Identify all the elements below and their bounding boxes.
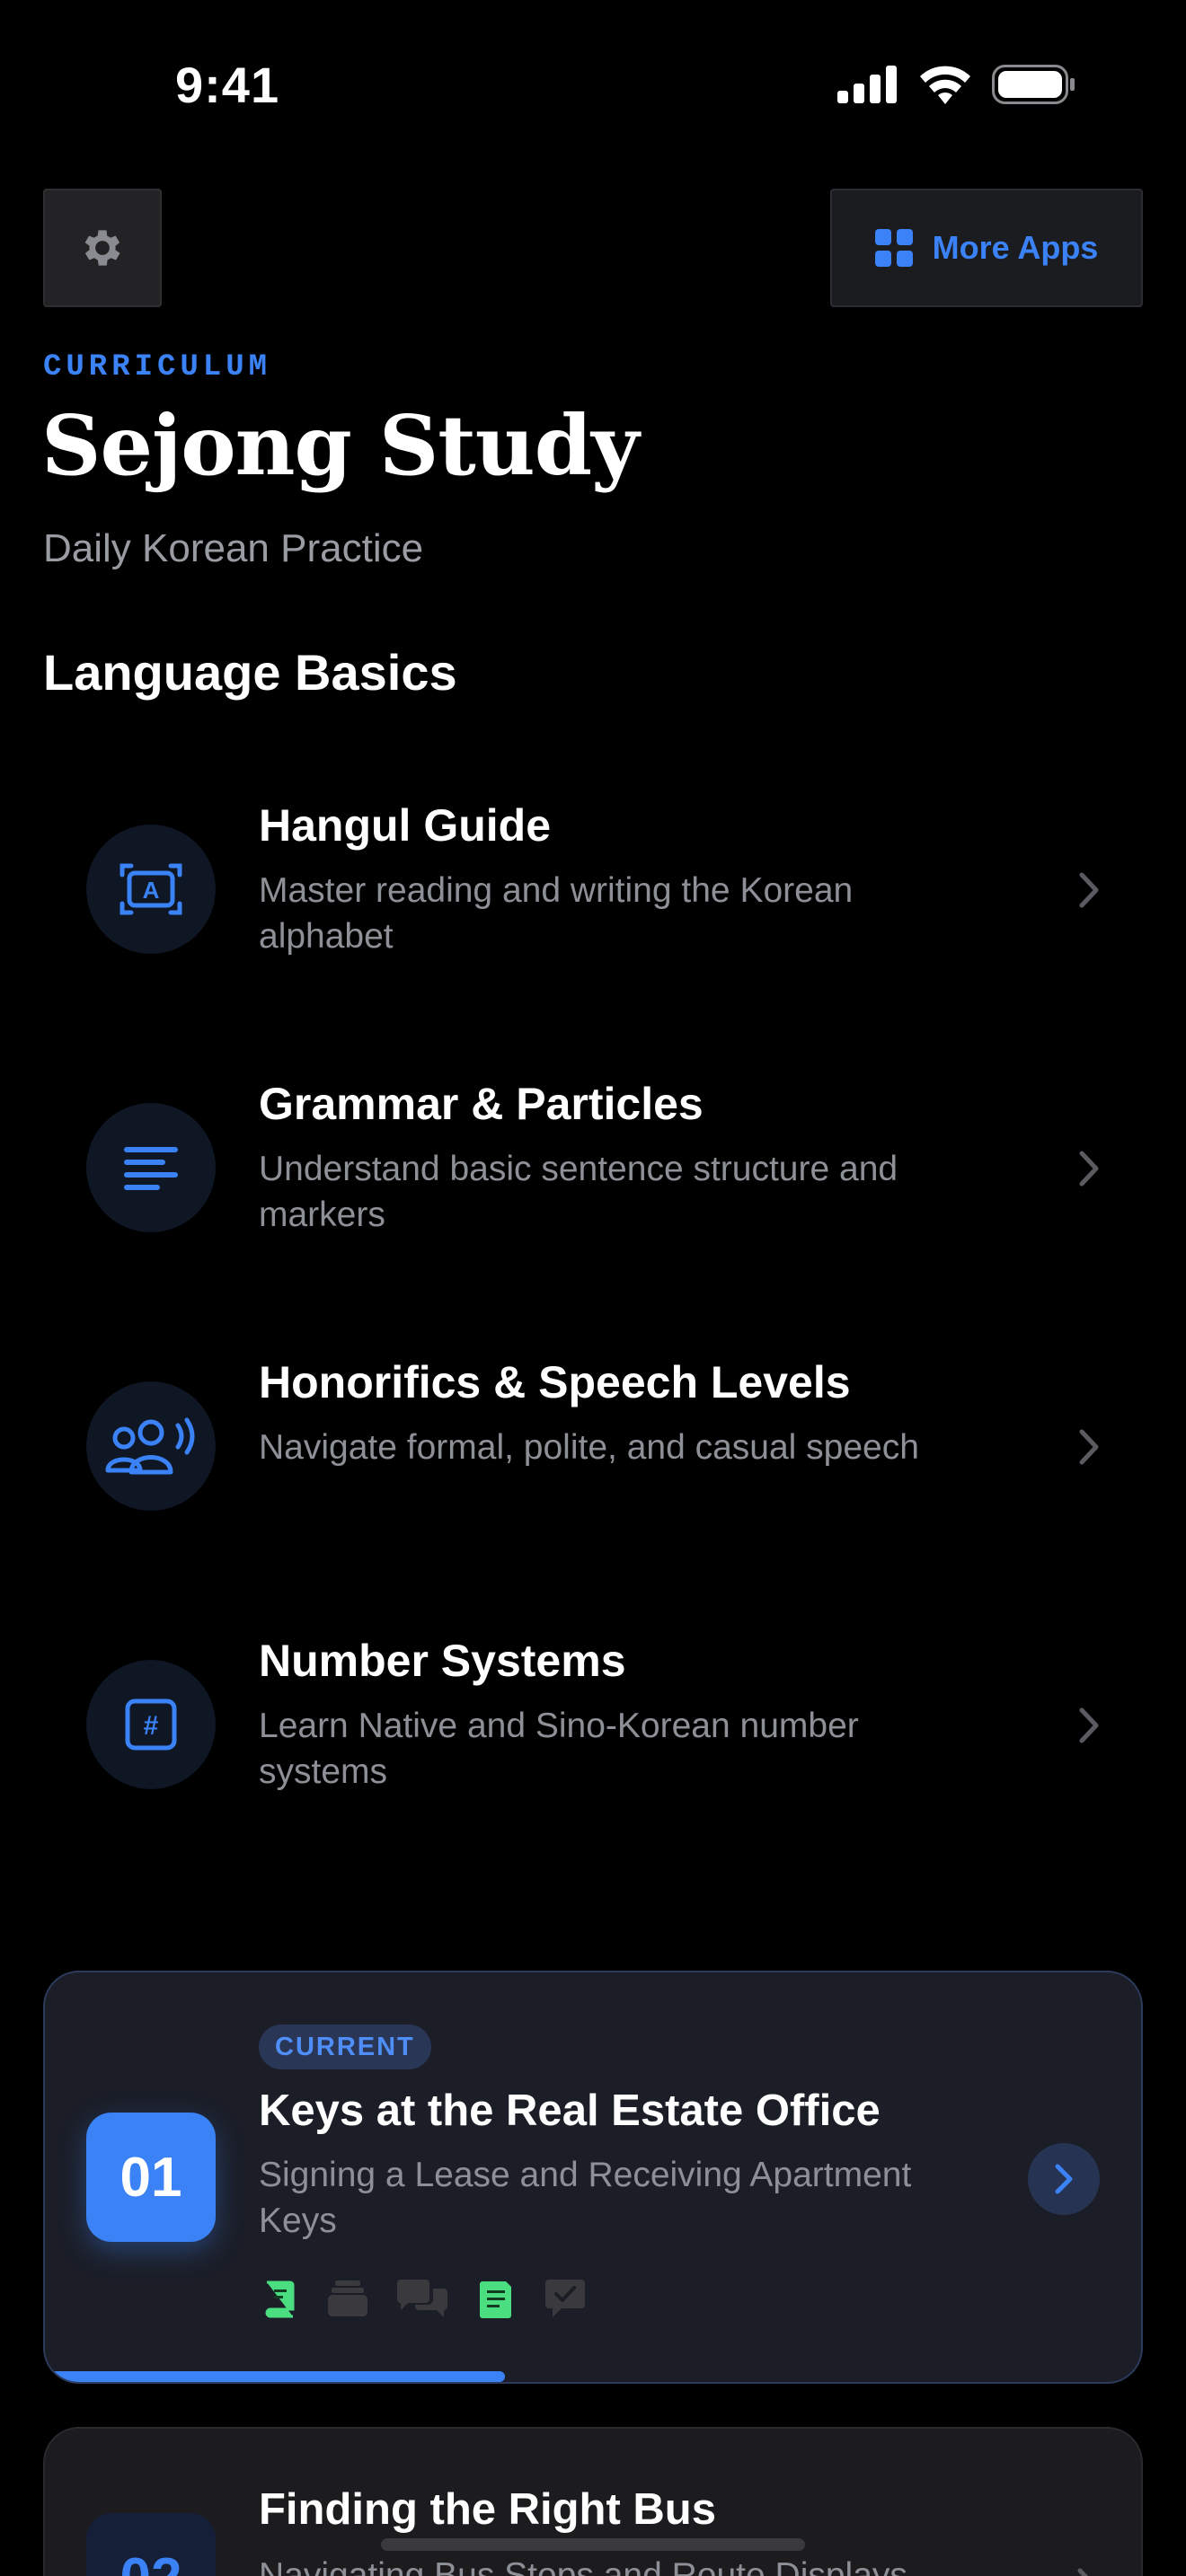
topic-description: Understand basic sentence structure and … (259, 1150, 898, 1234)
activity-progress-icons (259, 2278, 586, 2319)
chevron-right-icon (1079, 872, 1099, 908)
status-bar: 9:41 (0, 0, 1186, 171)
section-title: Language Basics (43, 644, 457, 701)
topic-icon-container: A (86, 825, 216, 954)
topic-number-systems[interactable]: # Number Systems Learn Native and Sino-K… (43, 1597, 1143, 1866)
gear-icon (84, 230, 120, 266)
lesson-number-badge: 02 (86, 2513, 216, 2576)
settings-button[interactable] (43, 189, 162, 307)
chevron-right-icon (1079, 1429, 1099, 1465)
topic-description: Learn Native and Sino-Korean number syst… (259, 1707, 859, 1791)
topic-honorifics-speech-levels[interactable]: Honorifics & Speech Levels Navigate form… (43, 1319, 1143, 1588)
app-screen: 9:41 More Apps CURRICULUM Sejong Study D… (0, 0, 1186, 2576)
battery-icon (992, 65, 1075, 104)
topic-icon-container: # (86, 1660, 216, 1789)
wifi-icon (920, 66, 970, 104)
lesson-progress-fill (45, 2371, 506, 2382)
text-lines-icon (124, 1147, 178, 1190)
topic-title: Grammar & Particles (259, 1079, 704, 1129)
lesson-number-badge: 01 (86, 2113, 216, 2242)
topic-icon-container (86, 1381, 216, 1511)
topic-description: Navigate formal, polite, and casual spee… (259, 1428, 919, 1467)
chat-icon (395, 2278, 449, 2319)
topic-grammar-particles[interactable]: Grammar & Particles Understand basic sen… (43, 1040, 1143, 1310)
lesson-description: Signing a Lease and Receiving Apartment … (259, 2156, 912, 2240)
chevron-right-icon (1055, 2164, 1073, 2194)
lesson-title: Keys at the Real Estate Office (259, 2086, 881, 2135)
status-icons (837, 65, 1076, 104)
more-apps-button[interactable]: More Apps (830, 189, 1143, 307)
notes-icon (476, 2278, 518, 2319)
page-title: Sejong Study (41, 397, 639, 494)
page-subtitle: Daily Korean Practice (43, 526, 424, 570)
lesson-title: Finding the Right Bus (259, 2485, 716, 2534)
topic-icon-container (86, 1103, 216, 1232)
hangul-icon: A (119, 863, 182, 915)
current-badge: CURRENT (259, 2025, 431, 2069)
lesson-progress-bar (45, 2371, 1141, 2382)
topic-title: Hangul Guide (259, 800, 551, 851)
more-apps-label: More Apps (932, 229, 1099, 266)
curriculum-eyebrow: CURRICULUM (43, 350, 272, 384)
cards-icon (327, 2278, 368, 2319)
current-lesson-card[interactable]: 01 CURRENT Keys at the Real Estate Offic… (43, 1971, 1143, 2384)
chevron-right-icon (1079, 1707, 1099, 1743)
chevron-right-icon (1077, 2568, 1089, 2576)
topic-hangul-guide[interactable]: A Hangul Guide Master reading and writin… (43, 762, 1143, 1031)
topic-title: Number Systems (259, 1636, 626, 1686)
topic-description: Master reading and writing the Korean al… (259, 871, 854, 956)
number-sign-icon: # (125, 1698, 177, 1751)
app-grid-icon (874, 229, 913, 267)
lesson-description: Navigating Bus Stops and Route Displays (259, 2556, 907, 2576)
svg-text:#: # (144, 1711, 159, 1741)
chevron-right-icon (1079, 1151, 1099, 1187)
book-icon (259, 2278, 300, 2319)
people-speaking-icon (105, 1417, 195, 1475)
home-indicator[interactable] (381, 2538, 805, 2551)
svg-text:A: A (143, 877, 160, 904)
topic-title: Honorifics & Speech Levels (259, 1357, 851, 1407)
status-time: 9:41 (175, 57, 280, 113)
quiz-check-icon (544, 2278, 586, 2319)
open-lesson-button[interactable] (1028, 2143, 1100, 2215)
next-lesson-card[interactable]: 02 Finding the Right Bus Navigating Bus … (43, 2427, 1143, 2576)
cellular-signal-icon (837, 66, 897, 103)
